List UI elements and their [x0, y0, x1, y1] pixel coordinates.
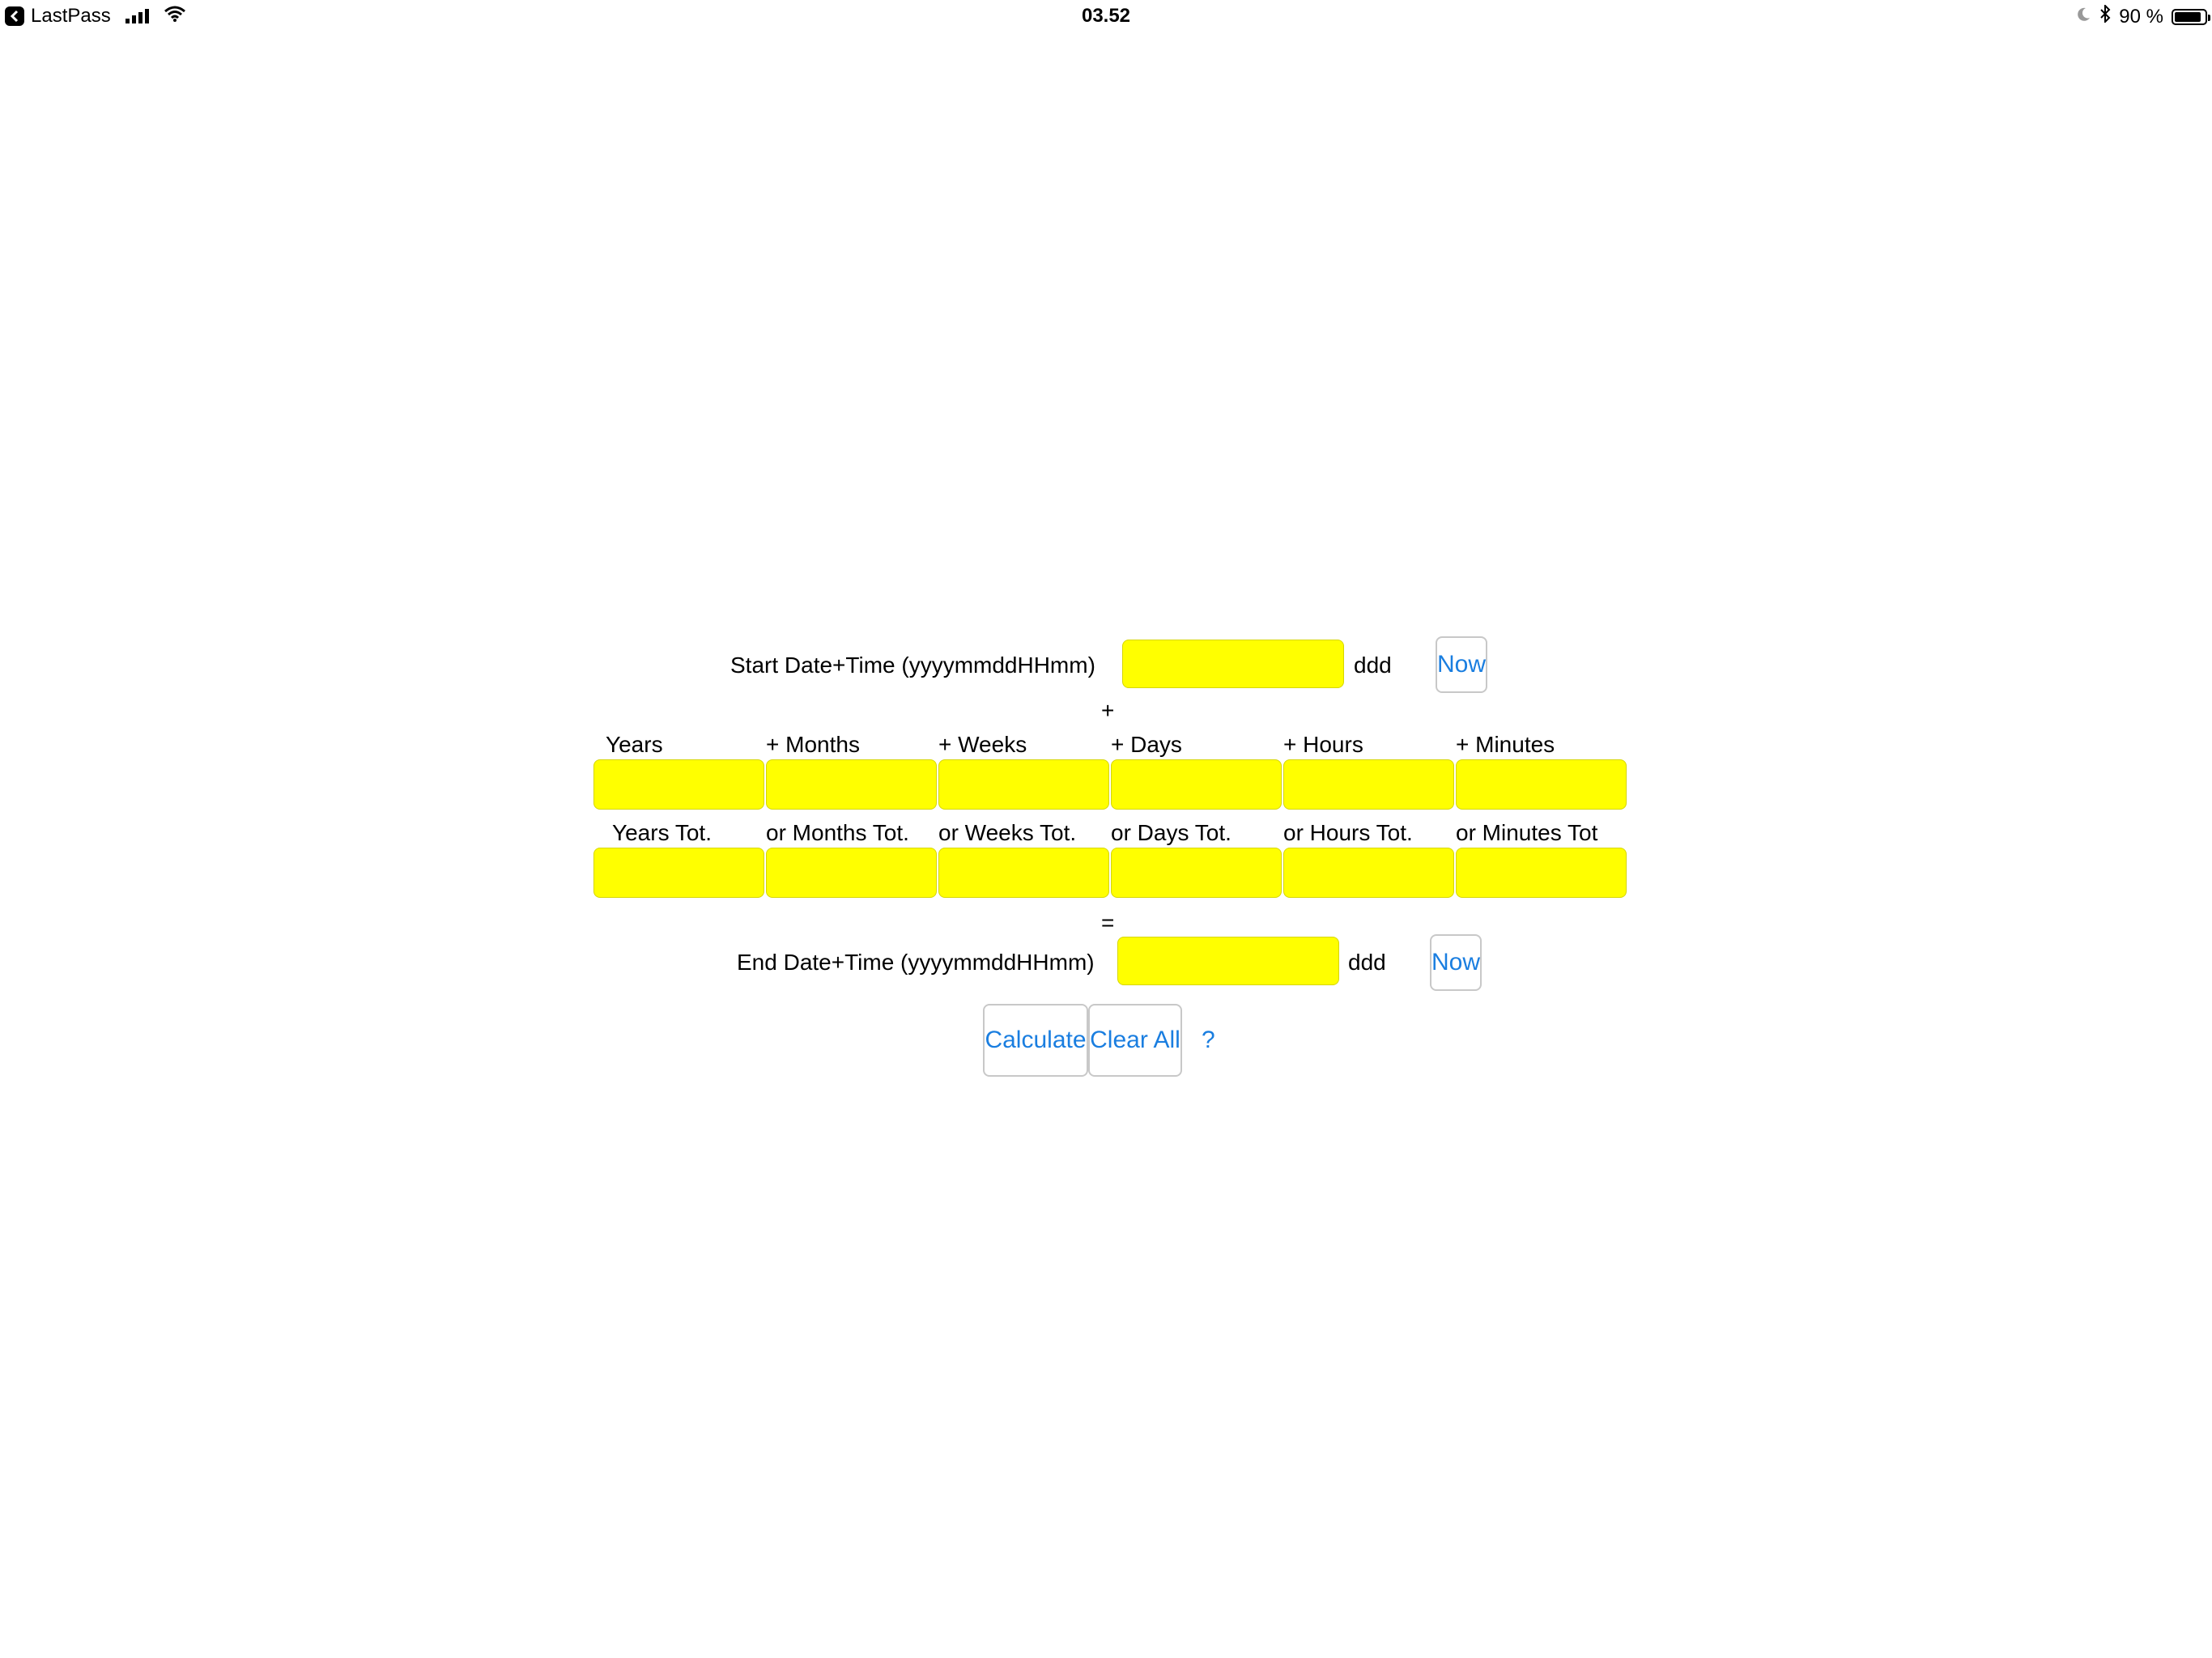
months-input[interactable]	[766, 759, 937, 810]
hours-total-label: or Hours Tot.	[1283, 820, 1413, 845]
start-now-button[interactable]: Now	[1436, 636, 1487, 693]
end-datetime-label: End Date+Time (yyyymmddHHmm)	[737, 950, 1095, 975]
battery-icon	[2172, 8, 2210, 25]
days-input[interactable]	[1111, 759, 1282, 810]
days-total-label: or Days Tot.	[1111, 820, 1231, 845]
calculate-button[interactable]: Calculate	[983, 1004, 1088, 1077]
start-datetime-label: Start Date+Time (yyyymmddHHmm)	[730, 653, 1095, 678]
years-input[interactable]	[593, 759, 764, 810]
weeks-total-input[interactable]	[938, 848, 1109, 898]
hours-label: + Hours	[1283, 732, 1363, 757]
do-not-disturb-moon-icon	[2075, 6, 2091, 28]
months-total-input[interactable]	[766, 848, 937, 898]
days-total-input[interactable]	[1111, 848, 1282, 898]
weeks-input[interactable]	[938, 759, 1109, 810]
start-weekday-label: ddd	[1354, 653, 1392, 678]
years-total-input[interactable]	[593, 848, 764, 898]
months-label: + Months	[766, 732, 860, 757]
status-right: 90 %	[2075, 3, 2210, 28]
status-time: 03.52	[1081, 5, 1131, 27]
weeks-total-label: or Weeks Tot.	[938, 820, 1077, 845]
hours-input[interactable]	[1283, 759, 1454, 810]
end-datetime-input[interactable]	[1117, 937, 1339, 985]
minutes-input[interactable]	[1456, 759, 1627, 810]
help-link[interactable]: ?	[1202, 1028, 1215, 1052]
plus-sign: +	[1101, 698, 1115, 723]
minutes-total-label: or Minutes Tot	[1456, 820, 1598, 845]
end-weekday-label: ddd	[1348, 950, 1386, 975]
weeks-label: + Weeks	[938, 732, 1027, 757]
end-now-button[interactable]: Now	[1430, 934, 1482, 991]
days-label: + Days	[1111, 732, 1182, 757]
start-datetime-input[interactable]	[1122, 640, 1344, 688]
months-total-label: or Months Tot.	[766, 820, 909, 845]
minutes-label: + Minutes	[1456, 732, 1555, 757]
years-label: Years	[606, 732, 663, 757]
status-bar: LastPass 03.52 90 %	[0, 0, 2212, 32]
equals-sign: =	[1101, 910, 1115, 935]
battery-percent: 90 %	[2119, 5, 2163, 28]
hours-total-input[interactable]	[1283, 848, 1454, 898]
clear-all-button[interactable]: Clear All	[1088, 1004, 1182, 1077]
bluetooth-icon	[2099, 3, 2111, 28]
years-total-label: Years Tot.	[612, 820, 712, 845]
minutes-total-input[interactable]	[1456, 848, 1627, 898]
